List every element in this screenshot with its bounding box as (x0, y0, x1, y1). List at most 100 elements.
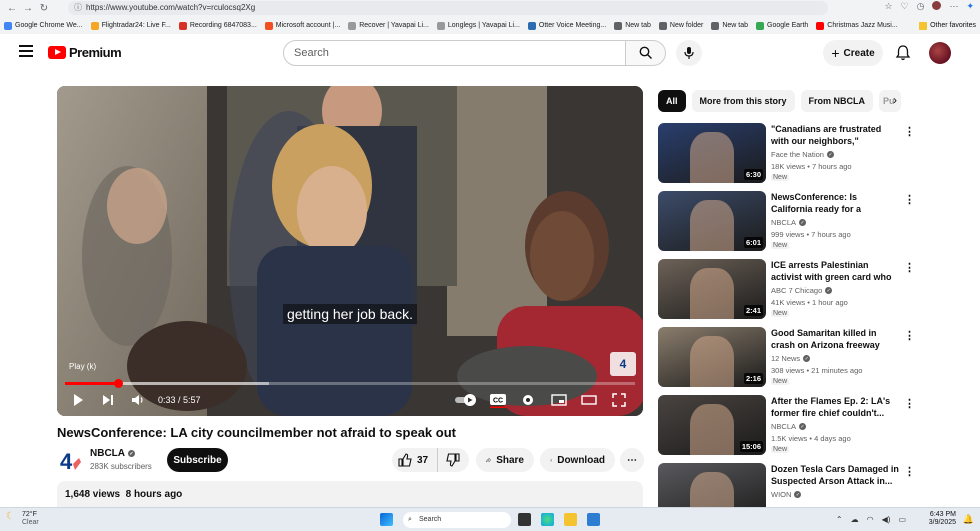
recommended-channel[interactable]: Face the Nation ✓ (771, 150, 834, 159)
windows-start-icon[interactable] (380, 513, 393, 526)
bookmark-item[interactable]: New tab (614, 21, 651, 30)
notifications-icon[interactable]: 🔔 (963, 514, 974, 525)
bookmark-item[interactable]: Microsoft account |... (264, 21, 340, 30)
search-button[interactable] (626, 40, 666, 66)
create-button[interactable]: + Create (823, 40, 883, 66)
recommended-channel[interactable]: WION ✓ (771, 490, 802, 499)
channel-name[interactable]: NBCLA ✓ (90, 448, 135, 459)
forward-icon[interactable]: → (20, 2, 36, 16)
progress-bar[interactable] (65, 379, 635, 388)
cloud-icon[interactable]: ☁ (851, 515, 859, 524)
recommended-video[interactable]: 6:30 "Canadians are frustrated with our n… (658, 123, 958, 185)
dislike-button[interactable] (437, 448, 469, 472)
system-clock[interactable]: 6:43 PM 3/9/2025 (929, 511, 956, 527)
subscribe-button[interactable]: Subscribe (167, 448, 228, 472)
theater-mode-button[interactable] (581, 391, 597, 409)
recommended-title[interactable]: After the Flames Ep. 2: LA's former fire… (771, 395, 901, 419)
profile-icon[interactable] (932, 1, 942, 10)
video-thumbnail[interactable]: 6:01 (658, 191, 766, 251)
back-icon[interactable]: ← (4, 2, 20, 16)
video-player[interactable]: getting her job back. 4 Play (k) 0:33 / … (57, 86, 643, 416)
settings-button[interactable] (521, 391, 535, 409)
favorite-star-icon[interactable]: ☆ (884, 1, 892, 12)
notifications-bell-icon[interactable] (894, 44, 912, 62)
recommended-channel[interactable]: NBCLA ✓ (771, 422, 807, 431)
thumbnail-figure (690, 200, 734, 251)
copilot-icon[interactable]: ✦ (966, 1, 974, 12)
speaker-icon[interactable]: ◀) (882, 515, 891, 524)
recommended-title[interactable]: "Canadians are frustrated with our neigh… (771, 123, 901, 147)
chip-all[interactable]: All (658, 90, 686, 112)
video-thumbnail[interactable]: 6:30 (658, 123, 766, 183)
chip-partial[interactable]: Pu (879, 90, 902, 112)
task-view-icon[interactable] (518, 513, 531, 526)
wifi-icon[interactable]: ◠ (867, 515, 874, 524)
recommended-video[interactable]: 2:16 Good Samaritan killed in crash on Ar… (658, 327, 958, 389)
bookmark-item[interactable]: New folder (658, 21, 703, 30)
more-vertical-icon[interactable]: ⋮ (904, 329, 915, 342)
bookmark-item[interactable]: Google Chrome We... (4, 21, 83, 30)
more-vertical-icon[interactable]: ⋮ (904, 125, 915, 138)
search-input[interactable]: Search (283, 40, 626, 66)
refresh-icon[interactable]: ↻ (36, 2, 52, 16)
more-vertical-icon[interactable]: ⋮ (904, 465, 915, 478)
more-vertical-icon[interactable]: ⋮ (904, 397, 915, 410)
voice-search-button[interactable] (676, 40, 702, 66)
next-button[interactable] (101, 391, 115, 409)
bookmark-item[interactable]: Google Earth (756, 21, 808, 30)
edge-browser-icon[interactable] (541, 513, 554, 526)
like-button[interactable]: 37 (392, 448, 437, 472)
history-icon[interactable]: ◷ (917, 1, 925, 12)
weather-widget[interactable]: ☾ 72°F Clear (6, 511, 39, 527)
more-vertical-icon[interactable]: ⋮ (904, 261, 915, 274)
recommended-title[interactable]: NewsConference: Is California ready for … (771, 191, 901, 215)
battery-icon[interactable]: ▭ (898, 515, 906, 524)
bookmark-item[interactable]: Recording 6847083... (178, 21, 257, 30)
chevron-right-icon[interactable]: › (893, 93, 897, 107)
recommended-channel[interactable]: NBCLA ✓ (771, 218, 807, 227)
account-avatar[interactable] (929, 42, 951, 64)
other-favorites[interactable]: Other favorites (919, 17, 976, 34)
show-hidden-icons-icon[interactable]: ⌃ (836, 515, 843, 524)
address-bar[interactable]: ⓘ https://www.youtube.com/watch?v=rculoc… (68, 1, 828, 15)
recommended-title[interactable]: Good Samaritan killed in crash on Arizon… (771, 327, 901, 351)
site-info-icon[interactable]: ⓘ (74, 1, 82, 15)
bookmark-item[interactable]: Otter Voice Meeting... (527, 21, 606, 30)
recommended-video[interactable]: 15:06 After the Flames Ep. 2: LA's former… (658, 395, 958, 457)
bookmark-item[interactable]: New tab (711, 21, 748, 30)
video-thumbnail[interactable]: 15:06 (658, 395, 766, 455)
store-icon[interactable] (587, 513, 600, 526)
video-thumbnail[interactable]: 2:41 (658, 259, 766, 319)
favorites-icon[interactable]: ♡ (901, 1, 909, 12)
recommended-video[interactable]: 2:41 ICE arrests Palestinian activist wit… (658, 259, 958, 321)
download-button[interactable]: Download (540, 448, 615, 472)
share-button[interactable]: Share (476, 448, 534, 472)
bookmark-item[interactable]: Recover | Yavapai Li... (348, 21, 429, 30)
video-thumbnail[interactable]: 2:16 (658, 327, 766, 387)
channel-logo-icon[interactable]: 4 (57, 448, 83, 474)
captions-button[interactable]: CC (489, 391, 507, 409)
taskbar-search[interactable]: ⌕ Search (403, 512, 511, 528)
bookmark-item[interactable]: Christmas Jazz Musi... (816, 21, 898, 30)
hamburger-menu-icon[interactable] (19, 45, 33, 57)
volume-button[interactable] (131, 391, 145, 409)
bookmark-item[interactable]: Flightradar24: Live F... (90, 21, 171, 30)
autoplay-toggle[interactable] (454, 391, 478, 409)
chip-from-nbcla[interactable]: From NBCLA (800, 90, 874, 112)
menu-icon[interactable]: ⋯ (949, 1, 958, 12)
more-actions-button[interactable]: ⋯ (620, 448, 644, 472)
recommended-title[interactable]: ICE arrests Palestinian activist with gr… (771, 259, 901, 283)
more-vertical-icon[interactable]: ⋮ (904, 193, 915, 206)
file-explorer-icon[interactable] (564, 513, 577, 526)
youtube-logo[interactable]: Premium (48, 45, 122, 60)
chip-more-from-story[interactable]: More from this story (691, 90, 795, 112)
miniplayer-button[interactable] (551, 391, 567, 409)
scrubber-handle[interactable] (113, 379, 123, 388)
recommended-video[interactable]: 6:01 NewsConference: Is California ready … (658, 191, 958, 253)
recommended-channel[interactable]: ABC 7 Chicago ✓ (771, 286, 833, 295)
fullscreen-button[interactable] (612, 391, 626, 409)
recommended-channel[interactable]: 12 News ✓ (771, 354, 811, 363)
bookmark-item[interactable]: Longlegs | Yavapai Li... (436, 21, 520, 30)
play-button[interactable] (71, 391, 85, 409)
recommended-title[interactable]: Dozen Tesla Cars Damaged in Suspected Ar… (771, 463, 901, 487)
